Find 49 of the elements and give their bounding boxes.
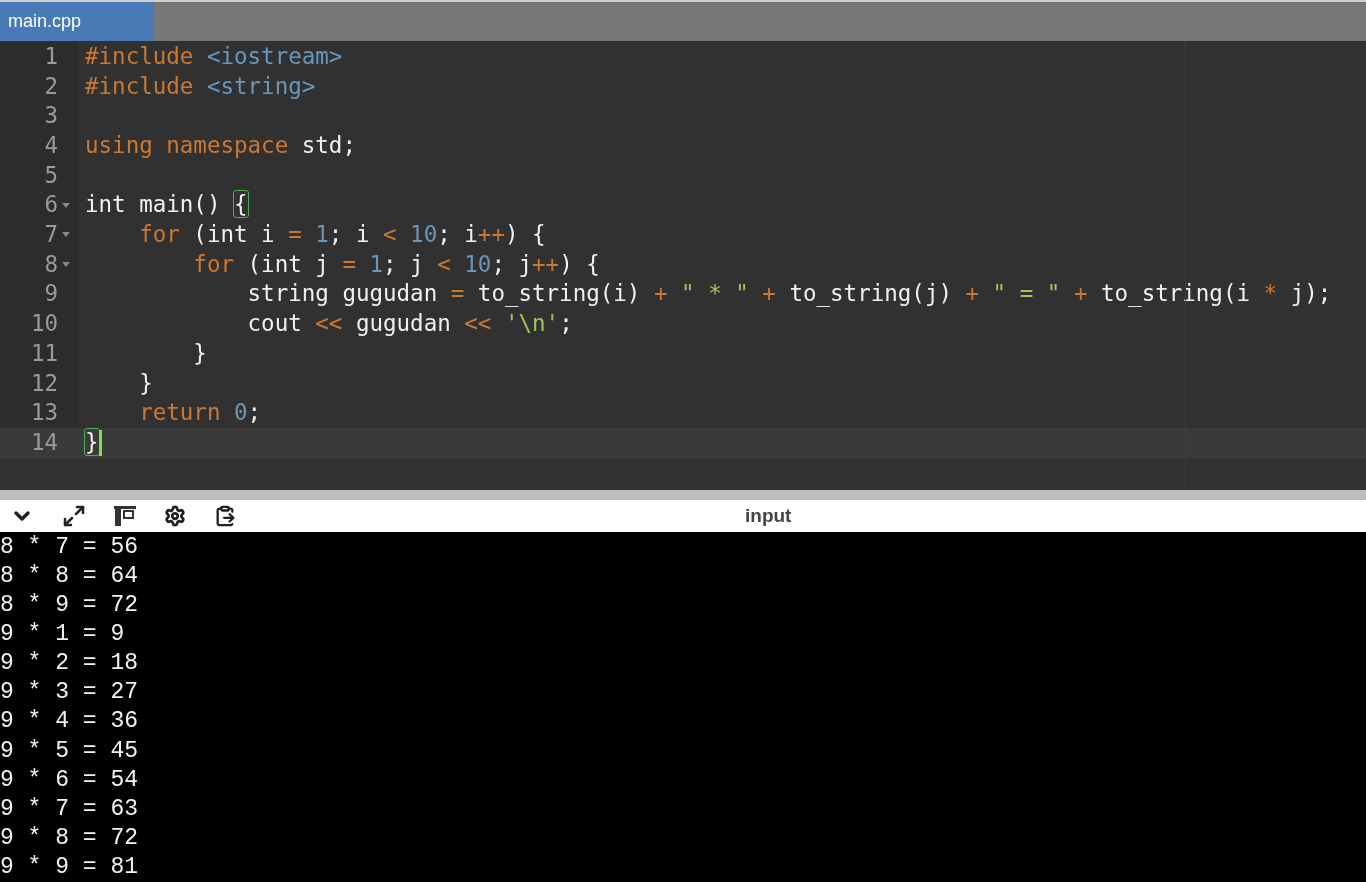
line-number: 5 bbox=[43, 160, 58, 190]
output-line: 9 * 4 = 36 bbox=[0, 707, 139, 737]
fold-arrow-icon[interactable] bbox=[62, 232, 70, 238]
layout-icon[interactable] bbox=[114, 504, 136, 527]
line-number: 14 bbox=[29, 427, 58, 457]
output-line: 8 * 8 = 64 bbox=[0, 561, 139, 591]
code-line: for (int j = 1; j < 10; j++) { bbox=[192, 249, 600, 279]
splitter-bar[interactable] bbox=[0, 489, 1366, 500]
line-number: 6 bbox=[43, 190, 58, 220]
output-line: 9 * 9 = 81 bbox=[0, 852, 139, 882]
line-number: 12 bbox=[29, 368, 58, 398]
code-line: cout << gugudan << '\n'; bbox=[246, 309, 573, 339]
output-line: 9 * 2 = 18 bbox=[0, 649, 139, 679]
output-line: 9 * 1 = 9 bbox=[0, 620, 125, 650]
line-number: 7 bbox=[43, 220, 58, 250]
code-line: } bbox=[192, 338, 207, 368]
code-line: } bbox=[138, 368, 153, 398]
code-line: #include <string> bbox=[85, 71, 316, 101]
expand-arrows-icon[interactable] bbox=[62, 503, 86, 528]
line-number: 4 bbox=[43, 131, 58, 161]
code-line: #include <iostream> bbox=[85, 42, 343, 71]
code-line: for (int i = 1; i < 10; i++) { bbox=[138, 220, 546, 250]
panel-title: input bbox=[745, 503, 792, 528]
line-number: 8 bbox=[43, 249, 58, 279]
output-line: 9 * 5 = 45 bbox=[0, 736, 139, 766]
code-editor[interactable] bbox=[0, 41, 1366, 490]
output-line: 8 * 7 = 56 bbox=[0, 532, 139, 562]
clipboard-icon[interactable] bbox=[214, 504, 236, 527]
code-line: string gugudan = to_string(i) + " * " + to_string(j) + " = " + to_string(i * j); bbox=[246, 279, 1332, 309]
settings-icon[interactable] bbox=[164, 504, 186, 527]
code-line: return 0; bbox=[138, 398, 262, 428]
output-line: 9 * 6 = 54 bbox=[0, 765, 139, 795]
line-number: 11 bbox=[29, 338, 58, 368]
fold-arrow-icon[interactable] bbox=[62, 262, 70, 268]
line-number: 1 bbox=[43, 42, 58, 71]
code-line: using namespace std; bbox=[85, 131, 356, 161]
line-number: 3 bbox=[43, 101, 58, 131]
line-number: 2 bbox=[43, 71, 58, 101]
output-line: 9 * 3 = 27 bbox=[0, 678, 139, 708]
code-line: int main() { bbox=[85, 190, 248, 220]
output-line: 9 * 7 = 63 bbox=[0, 794, 139, 824]
fold-arrow-icon[interactable] bbox=[62, 202, 70, 208]
file-tab[interactable]: main.cpp bbox=[0, 2, 154, 41]
line-number: 9 bbox=[43, 279, 58, 309]
output-line: 8 * 9 = 72 bbox=[0, 591, 139, 621]
code-line: } bbox=[85, 427, 99, 457]
line-number: 13 bbox=[29, 398, 58, 428]
output-line: 9 * 8 = 72 bbox=[0, 823, 139, 853]
line-number: 10 bbox=[29, 309, 58, 339]
